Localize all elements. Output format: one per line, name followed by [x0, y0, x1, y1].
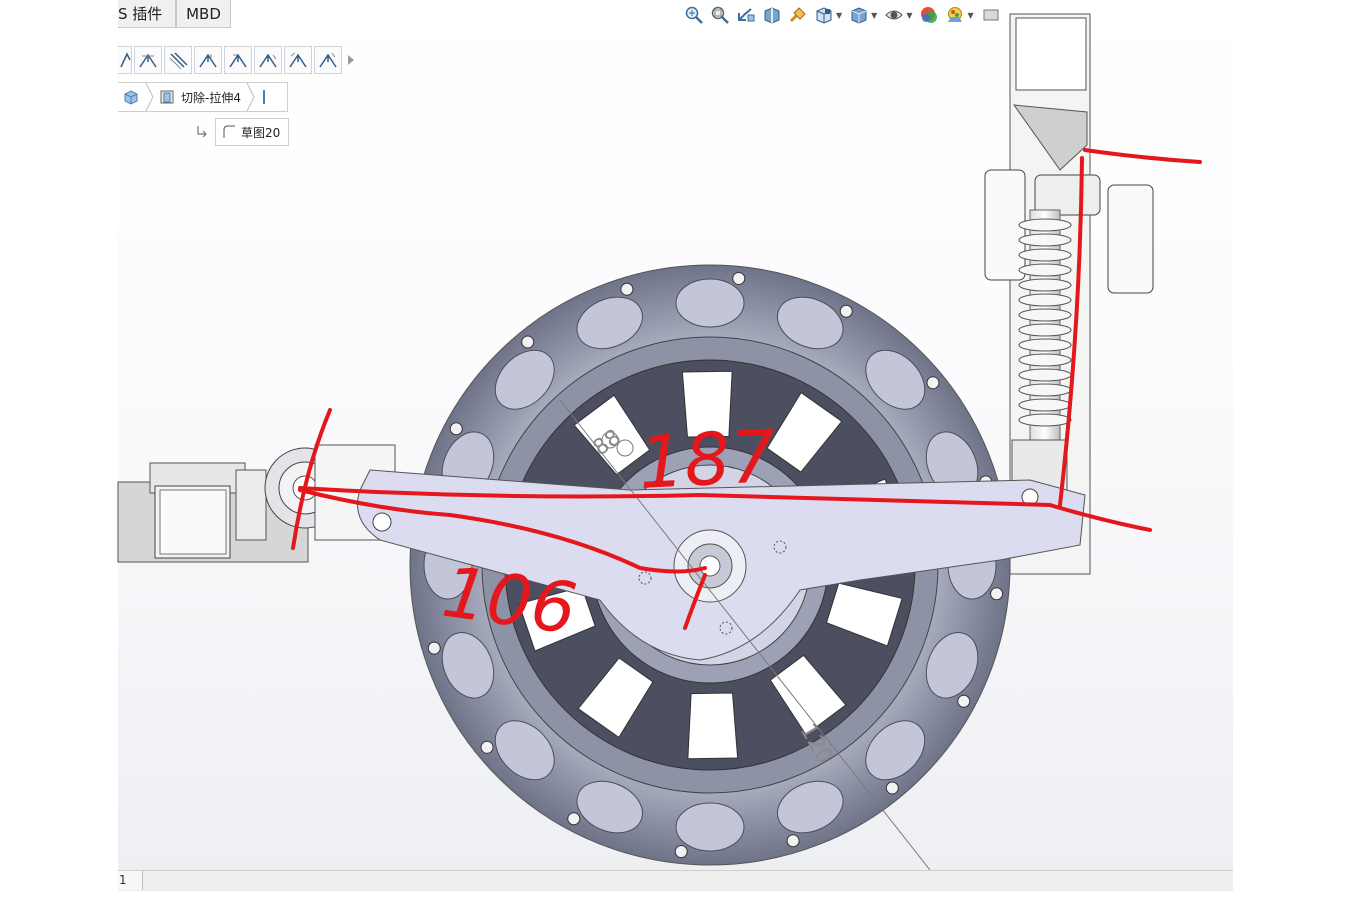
dimension-187: 187: [636, 414, 778, 505]
spring-coil: [1018, 398, 1072, 412]
status-left: 1: [118, 871, 143, 890]
wheel-bolt: [885, 781, 899, 795]
wheel-roller: [675, 802, 745, 852]
spring-coil: [1018, 278, 1072, 292]
spring-coil: [1018, 248, 1072, 262]
wheel-bolt: [480, 740, 494, 754]
wheel-bolt: [620, 282, 634, 296]
wheel-roller: [675, 278, 745, 328]
spring-coil: [1018, 233, 1072, 247]
model-scene[interactable]: 88 120 187 106: [0, 0, 1233, 870]
spring-coil: [1018, 383, 1072, 397]
spring-coil: [1018, 413, 1072, 427]
spring-coil: [1018, 218, 1072, 232]
wheel-bolt: [732, 271, 746, 285]
wheel-bolt: [567, 812, 581, 826]
wheel-bolt: [990, 587, 1004, 601]
spring-coil: [1018, 308, 1072, 322]
spring-coil: [1018, 353, 1072, 367]
spring-coil: [1018, 338, 1072, 352]
hub-window: [687, 692, 739, 760]
spring-coil: [1018, 263, 1072, 277]
wheel-bolt: [674, 845, 688, 859]
status-bar: 1: [118, 870, 1233, 891]
wheel-bolt: [957, 694, 971, 708]
wheel-bolt: [427, 641, 441, 655]
wheel-bolt: [449, 422, 463, 436]
wheel-bolt: [926, 376, 940, 390]
spring-coil: [1018, 368, 1072, 382]
wheel-bolt: [839, 304, 853, 318]
wheel-bolt: [521, 335, 535, 349]
wheel-bolt: [786, 834, 800, 848]
spring-coil: [1018, 323, 1072, 337]
spring-coil: [1018, 293, 1072, 307]
